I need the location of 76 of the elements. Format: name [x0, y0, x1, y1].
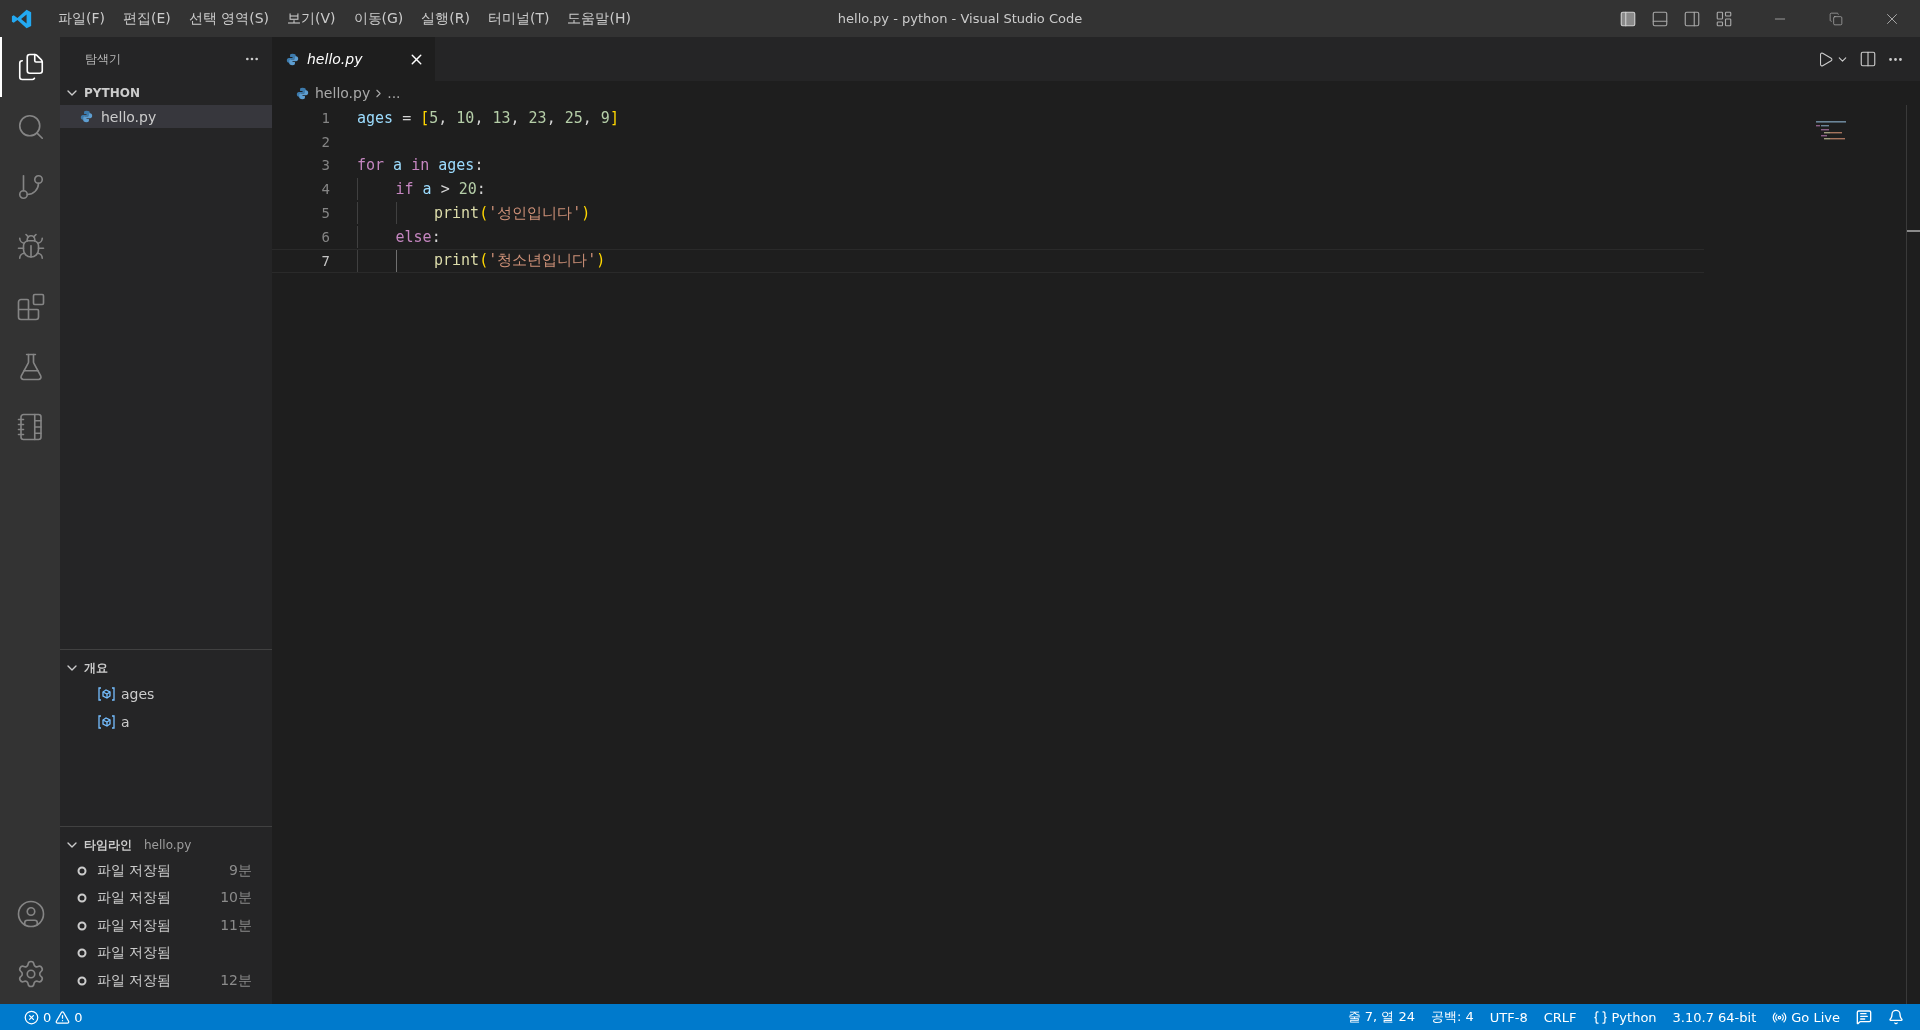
circle-icon	[77, 920, 87, 931]
code-line: if a > 20:	[395, 180, 486, 199]
code-line: print('청소년입니다')	[434, 251, 606, 271]
restore-icon[interactable]	[1829, 11, 1843, 26]
file-type-icon	[286, 52, 299, 66]
layout-toggle-icon[interactable]	[1715, 9, 1733, 28]
circle-icon	[77, 865, 87, 876]
line-number: 4	[320, 181, 330, 198]
scrollbar[interactable]	[1906, 105, 1920, 1004]
timeline-entry[interactable]: 파일 저장됨 12분	[60, 967, 272, 995]
layout-toggle-icon[interactable]	[1651, 9, 1669, 28]
error-icon	[24, 1009, 39, 1025]
timeline-entry[interactable]: 파일 저장됨 11분	[60, 912, 272, 940]
bug-icon	[16, 232, 46, 262]
file-type-icon	[296, 86, 309, 100]
file-item[interactable]: hello.py	[60, 105, 272, 128]
line-number: 5	[320, 205, 330, 222]
folder-header[interactable]: PYTHON	[60, 81, 272, 105]
layout-toggle-icon[interactable]	[1683, 9, 1701, 28]
app-logo	[11, 7, 33, 30]
circle-icon	[77, 948, 87, 959]
line-number: 6	[320, 228, 330, 245]
timeline-header[interactable]: 타임라인 hello.py	[60, 833, 272, 857]
status-item[interactable]: 3.10.7 64-bit	[1664, 1009, 1765, 1025]
settings-icon	[16, 959, 46, 989]
menu-item[interactable]: 도움말(H)	[558, 9, 640, 28]
minimap-drawing	[1816, 120, 1846, 140]
line-number: 2	[320, 133, 330, 150]
status-item[interactable]: Python	[1584, 1009, 1665, 1025]
menu-item[interactable]: 보기(V)	[278, 9, 345, 28]
status-item[interactable]: 줄 7, 열 24	[1339, 1008, 1423, 1026]
file-type-icon	[80, 110, 93, 123]
outline-item[interactable]: a	[121, 714, 130, 730]
breadcrumb-item[interactable]: ...	[387, 85, 401, 101]
breadcrumb-item[interactable]: hello.py	[315, 85, 371, 101]
status-item[interactable]: CRLF	[1535, 1009, 1585, 1025]
line-number: 3	[320, 157, 330, 174]
line-number: 7	[320, 252, 330, 269]
status-item[interactable]: 공백: 4	[1423, 1008, 1482, 1026]
window-title: hello.py - python - Visual Studio Code	[837, 11, 1083, 26]
search-icon	[16, 112, 46, 142]
menu-item[interactable]: 파일(F)	[49, 9, 114, 28]
menu-item[interactable]: 이동(G)	[344, 9, 413, 28]
timeline-entry[interactable]: 파일 저장됨	[60, 939, 272, 967]
account-icon	[16, 899, 46, 929]
variable-icon	[98, 715, 115, 729]
status-item[interactable]: UTF-8	[1481, 1009, 1536, 1025]
circle-icon	[77, 893, 87, 904]
code-line: for a in ages:	[357, 156, 484, 175]
branch-icon	[16, 172, 46, 202]
outline-header[interactable]: 개요	[60, 656, 272, 680]
code-line: ages = [5, 10, 13, 23, 25, 9]	[357, 108, 619, 127]
layout-toggle-icon[interactable]	[1619, 9, 1637, 28]
code-line: else:	[395, 227, 441, 246]
blocks-icon	[16, 292, 46, 322]
variable-icon	[98, 687, 115, 701]
files-icon	[16, 52, 46, 82]
warning-icon	[55, 1009, 71, 1025]
split-editor-icon[interactable]	[1859, 50, 1877, 68]
play-icon[interactable]	[1817, 50, 1834, 68]
menu-item[interactable]: 터미널(T)	[479, 9, 559, 28]
problems-indicator[interactable]: 0 0	[16, 1009, 91, 1025]
menu-item[interactable]: 실행(R)	[412, 9, 479, 28]
timeline-entry[interactable]: 파일 저장됨 9분	[60, 857, 272, 885]
menu-item[interactable]: 편집(E)	[114, 9, 180, 28]
outline-item[interactable]: ages	[121, 686, 155, 702]
status-item[interactable]: Go Live	[1764, 1009, 1848, 1025]
code-line: print('성인입니다')	[434, 203, 591, 223]
circle-icon	[77, 975, 87, 986]
line-number: 1	[320, 109, 330, 126]
timeline-entry[interactable]: 파일 저장됨 10분	[60, 884, 272, 912]
editor-tab[interactable]: hello.py	[272, 37, 435, 81]
braces-icon	[1592, 1009, 1608, 1025]
file-name: hello.py	[101, 108, 157, 125]
sidebar-title: 탐색기	[85, 50, 121, 68]
menu-item[interactable]: 선택 영역(S)	[179, 9, 279, 28]
